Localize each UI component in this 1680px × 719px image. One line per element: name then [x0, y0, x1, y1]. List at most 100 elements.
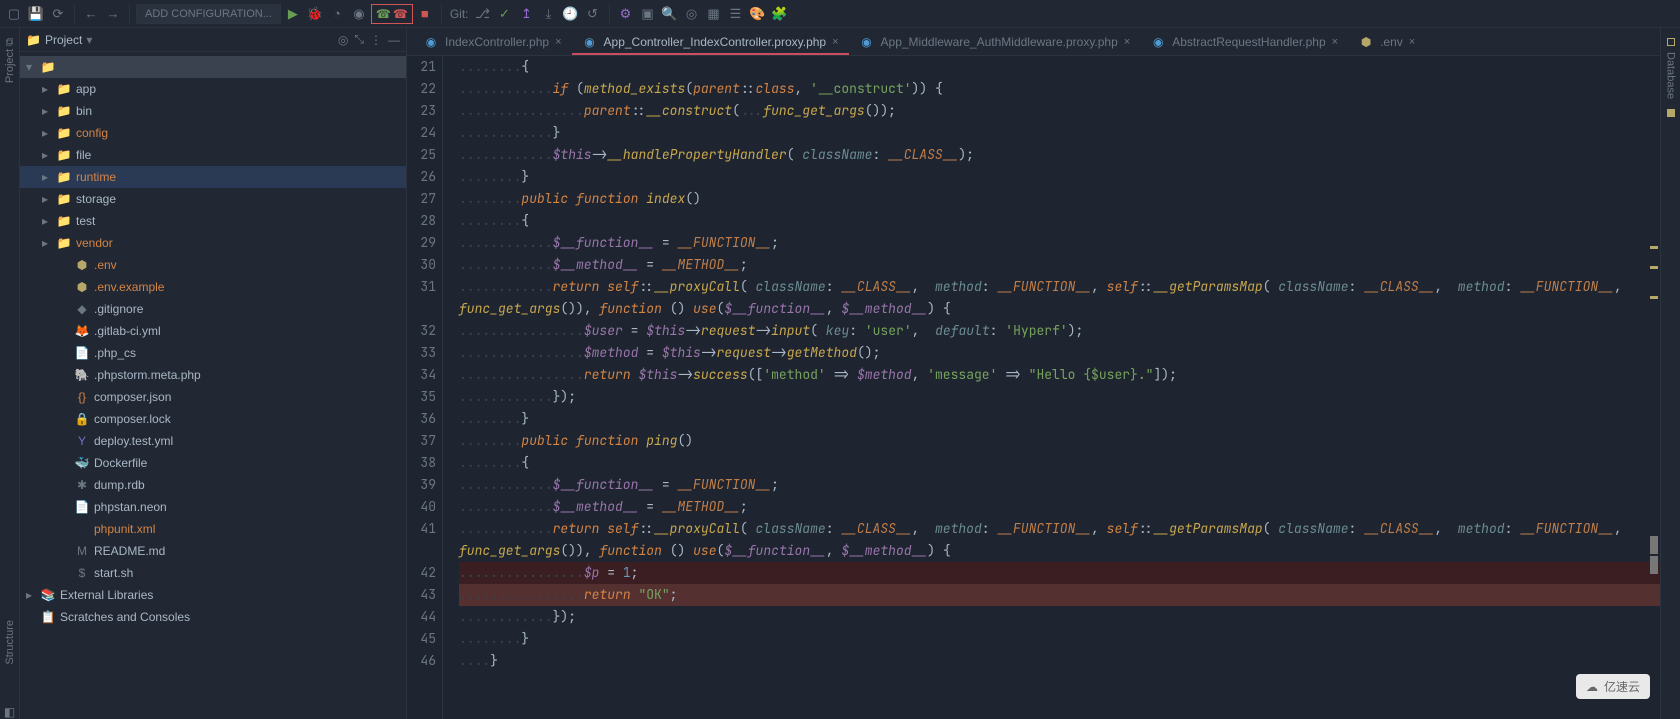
editor-tab[interactable]: ⬢.env×	[1348, 30, 1425, 55]
profiler-icon[interactable]: ◉	[349, 4, 369, 24]
editor-tab[interactable]: ◉AbstractRequestHandler.php×	[1140, 30, 1348, 55]
stop-icon[interactable]: ■	[415, 4, 435, 24]
editor-tab[interactable]: ◉IndexController.php×	[413, 30, 572, 55]
back-icon[interactable]: ←	[81, 4, 101, 24]
tab-label: .env	[1380, 35, 1403, 49]
tree-folder-vendor[interactable]: ▸📁vendor	[20, 232, 406, 254]
tree-folder-bin[interactable]: ▸📁bin	[20, 100, 406, 122]
tree-file-.gitignore[interactable]: ◆.gitignore	[20, 298, 406, 320]
file-icon: 🐳	[74, 456, 90, 470]
main-toolbar: ▢ 💾 ⟳ ← → ADD CONFIGURATION... ▶ 🐞 ◔ ◉ ☎…	[0, 0, 1680, 28]
close-icon[interactable]: ×	[1332, 36, 1338, 48]
folder-icon: 📁	[56, 170, 72, 184]
git-branch-icon[interactable]: ⎇	[473, 4, 493, 24]
settings-icon[interactable]: ⚙	[616, 4, 636, 24]
tree-folder-storage[interactable]: ▸📁storage	[20, 188, 406, 210]
coverage-icon[interactable]: ◔	[327, 4, 347, 24]
error-stripe[interactable]	[1648, 56, 1660, 719]
project-folder-icon: 📁	[26, 33, 41, 47]
right-tool-strip: Database	[1660, 28, 1680, 719]
tree-file-dump.rdb[interactable]: ✱dump.rdb	[20, 474, 406, 496]
tree-file-phpunit.xml[interactable]: phpunit.xml	[20, 518, 406, 540]
project-title[interactable]: Project	[45, 33, 82, 47]
code-area[interactable]: ........{............if (method_exists(p…	[455, 56, 1660, 719]
tree-file-composer.lock[interactable]: 🔒composer.lock	[20, 408, 406, 430]
git-commit-icon[interactable]: ✓	[495, 4, 515, 24]
collapse-icon[interactable]: ⤡	[354, 32, 364, 47]
save-icon[interactable]: 💾	[26, 4, 46, 24]
db-square-icon[interactable]	[1667, 109, 1675, 117]
project-panel: 📁 Project ▾ ◎ ⤡ ⋮ — ▾📁 ▸📁app▸📁bin▸📁confi…	[20, 28, 407, 719]
project-tree[interactable]: ▾📁 ▸📁app▸📁bin▸📁config▸📁file▸📁runtime▸📁st…	[20, 52, 406, 719]
phone-debug-group[interactable]: ☎ ☎	[371, 4, 413, 24]
external-libraries[interactable]: ▸📚 External Libraries	[20, 584, 406, 606]
chevron-down-icon[interactable]: ▾	[86, 33, 92, 47]
close-icon[interactable]: ×	[1124, 36, 1130, 48]
git-update-icon[interactable]: ⤓	[539, 4, 559, 24]
tree-file-composer.json[interactable]: {}composer.json	[20, 386, 406, 408]
editor-tab[interactable]: ◉App_Middleware_AuthMiddleware.proxy.php…	[849, 30, 1141, 55]
file-icon: 🐘	[74, 368, 90, 382]
project-panel-header: 📁 Project ▾ ◎ ⤡ ⋮ —	[20, 28, 406, 52]
tree-file-.env.example[interactable]: ⬢.env.example	[20, 276, 406, 298]
tree-folder-runtime[interactable]: ▸📁runtime	[20, 166, 406, 188]
tool2-icon[interactable]: ▦	[704, 4, 724, 24]
tree-file-.php_cs[interactable]: 📄.php_cs	[20, 342, 406, 364]
tree-folder-file[interactable]: ▸📁file	[20, 144, 406, 166]
tree-file-.phpstorm.meta.php[interactable]: 🐘.phpstorm.meta.php	[20, 364, 406, 386]
git-history-icon[interactable]: 🕘	[561, 4, 581, 24]
tree-folder-test[interactable]: ▸📁test	[20, 210, 406, 232]
tool5-icon[interactable]: 🧩	[770, 4, 790, 24]
left-tool-icon[interactable]: ◧	[4, 705, 15, 719]
code-editor[interactable]: 2122232425262728293031323334353637383940…	[407, 56, 1660, 719]
file-icon: {}	[74, 390, 90, 404]
tree-file-.gitlab-ci.yml[interactable]: 🦊.gitlab-ci.yml	[20, 320, 406, 342]
git-push-icon[interactable]: ↥	[517, 4, 537, 24]
close-icon[interactable]: ×	[555, 36, 561, 48]
run-config-selector[interactable]: ADD CONFIGURATION...	[136, 4, 281, 24]
tree-file-README.md[interactable]: MREADME.md	[20, 540, 406, 562]
db-dot-icon[interactable]	[1667, 38, 1675, 46]
debug-icon[interactable]: 🐞	[305, 4, 325, 24]
folder-icon: 📁	[56, 104, 72, 118]
phone-listen-icon[interactable]: ☎	[376, 7, 391, 21]
editor-tab[interactable]: ◉App_Controller_IndexController.proxy.ph…	[572, 30, 849, 55]
open-icon[interactable]: ▢	[4, 4, 24, 24]
tree-folder-config[interactable]: ▸📁config	[20, 122, 406, 144]
tab-label: App_Middleware_AuthMiddleware.proxy.php	[881, 35, 1118, 49]
left-tool-strip: Project ⧉ Structure ◧	[0, 28, 20, 719]
tree-file-.env[interactable]: ⬢.env	[20, 254, 406, 276]
hide-icon[interactable]: —	[388, 33, 400, 47]
scratch-icon: 📋	[40, 610, 56, 624]
refresh-icon[interactable]: ⟳	[48, 4, 68, 24]
database-tab[interactable]: Database	[1665, 52, 1677, 99]
file-icon: ✱	[74, 478, 90, 492]
fold-column[interactable]	[443, 56, 455, 719]
search-icon[interactable]: 🔍	[660, 4, 680, 24]
tool1-icon[interactable]: ◎	[682, 4, 702, 24]
tree-file-deploy.test.yml[interactable]: Ydeploy.test.yml	[20, 430, 406, 452]
project-tab[interactable]: Project ⧉	[4, 38, 16, 83]
tree-file-phpstan.neon[interactable]: 📄phpstan.neon	[20, 496, 406, 518]
tree-file-start.sh[interactable]: $start.sh	[20, 562, 406, 584]
tool3-icon[interactable]: ☰	[726, 4, 746, 24]
scratches[interactable]: 📋 Scratches and Consoles	[20, 606, 406, 628]
folder-icon: 📁	[56, 214, 72, 228]
tree-file-Dockerfile[interactable]: 🐳Dockerfile	[20, 452, 406, 474]
structure-tab[interactable]: Structure	[4, 620, 16, 665]
terminal-icon[interactable]: ▣	[638, 4, 658, 24]
editor-area: ◉IndexController.php×◉App_Controller_Ind…	[407, 28, 1660, 719]
phone-hangup-icon[interactable]: ☎	[393, 7, 408, 21]
file-icon: 🔒	[74, 412, 90, 426]
file-icon: 📄	[74, 346, 90, 360]
git-rollback-icon[interactable]: ↺	[583, 4, 603, 24]
tree-folder-app[interactable]: ▸📁app	[20, 78, 406, 100]
tree-root[interactable]: ▾📁	[20, 56, 406, 78]
forward-icon[interactable]: →	[103, 4, 123, 24]
close-icon[interactable]: ×	[1409, 36, 1415, 48]
tool4-icon[interactable]: 🎨	[748, 4, 768, 24]
gear-icon[interactable]: ⋮	[370, 33, 382, 47]
run-icon[interactable]: ▶	[283, 4, 303, 24]
target-icon[interactable]: ◎	[338, 33, 348, 47]
close-icon[interactable]: ×	[832, 36, 838, 48]
